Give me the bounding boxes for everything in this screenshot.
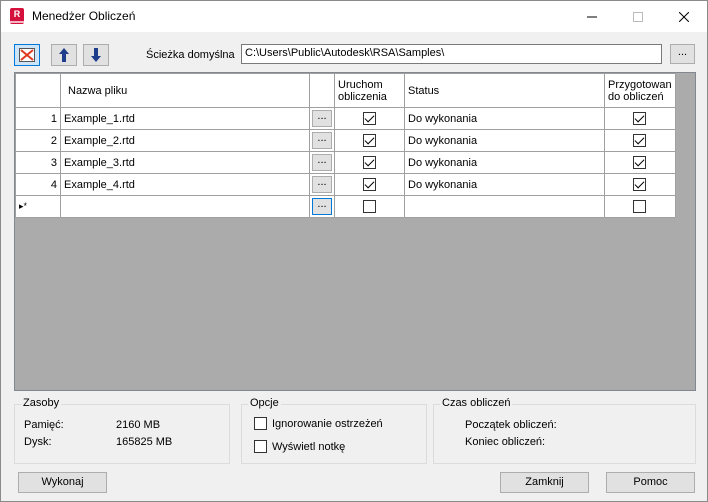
column-header-status[interactable]: Status: [404, 73, 605, 108]
ignore-warnings-option[interactable]: Ignorowanie ostrzeżeń: [254, 417, 383, 430]
table-row: 1 Example_1.rtd ... Do wykonania: [15, 107, 676, 130]
grid-header-row: Nazwa pliku Uruchom obliczenia Status Pr…: [15, 73, 676, 108]
file-name-cell[interactable]: Example_3.rtd: [60, 151, 310, 174]
prepared-checkbox[interactable]: [633, 112, 647, 125]
calc-time-title: Czas obliczeń: [440, 397, 513, 409]
disk-label: Dysk:: [24, 436, 52, 448]
row-number: 4: [15, 173, 61, 196]
help-button[interactable]: Pomoc: [606, 472, 695, 493]
minimize-button[interactable]: [569, 1, 615, 32]
row-number: 2: [15, 129, 61, 152]
run-checkbox[interactable]: [363, 112, 376, 125]
status-cell: Do wykonania: [404, 107, 605, 130]
resources-group: Zasoby Pamięć: 2160 MB Dysk: 165825 MB: [14, 397, 230, 464]
browse-file-button[interactable]: ...: [312, 110, 332, 127]
move-up-button[interactable]: [51, 44, 77, 66]
column-header-name[interactable]: Nazwa pliku: [60, 73, 310, 108]
window-title: Menedżer Obliczeń: [32, 9, 136, 23]
ignore-warnings-checkbox[interactable]: [254, 417, 267, 430]
browse-file-button-new[interactable]: ...: [312, 198, 332, 215]
calc-time-group: Czas obliczeń Początek obliczeń: Koniec …: [433, 397, 696, 464]
browse-file-button[interactable]: ...: [312, 132, 332, 149]
execute-button[interactable]: Wykonaj: [18, 472, 107, 493]
minimize-icon: [587, 16, 597, 17]
memory-label: Pamięć:: [24, 419, 64, 431]
column-header-run[interactable]: Uruchom obliczenia: [334, 73, 405, 108]
table-row: 3 Example_3.rtd ... Do wykonania: [15, 151, 676, 174]
move-down-button[interactable]: [83, 44, 109, 66]
default-path-input[interactable]: C:\Users\Public\Autodesk\RSA\Samples\: [241, 44, 662, 64]
show-note-checkbox[interactable]: [254, 440, 267, 453]
file-name-cell[interactable]: Example_1.rtd: [60, 107, 310, 130]
options-title: Opcje: [248, 397, 281, 409]
status-cell: Do wykonania: [404, 173, 605, 196]
robot-app-icon: R: [10, 8, 24, 24]
browse-file-button[interactable]: ...: [312, 154, 332, 171]
title-bar: R Menedżer Obliczeń: [1, 1, 707, 32]
column-header-prepared[interactable]: Przygotowan do obliczeń: [604, 73, 676, 108]
row-number-header: [15, 73, 61, 108]
close-window-button[interactable]: [661, 1, 707, 32]
disk-value: 165825 MB: [116, 436, 173, 448]
ignore-warnings-label: Ignorowanie ostrzeżeń: [272, 417, 383, 430]
run-checkbox-new[interactable]: [363, 200, 376, 213]
memory-value: 2160 MB: [116, 419, 161, 431]
row-number: 1: [15, 107, 61, 130]
calc-start-label: Początek obliczeń:: [465, 419, 557, 431]
browse-file-button[interactable]: ...: [312, 176, 332, 193]
column-header-browse: [309, 73, 335, 108]
status-cell-new: [404, 195, 605, 218]
new-row-marker: ▸*: [15, 195, 61, 218]
status-cell: Do wykonania: [404, 129, 605, 152]
prepared-checkbox[interactable]: [633, 178, 647, 191]
prepared-checkbox-new[interactable]: [633, 200, 647, 213]
prepared-checkbox[interactable]: [633, 134, 647, 147]
close-button[interactable]: Zamknij: [500, 472, 589, 493]
table-row: 4 Example_4.rtd ... Do wykonania: [15, 173, 676, 196]
maximize-icon: [633, 11, 643, 22]
arrow-down-icon: [91, 48, 101, 62]
show-note-label: Wyświetl notkę: [272, 440, 346, 453]
run-checkbox[interactable]: [363, 134, 376, 147]
status-cell: Do wykonania: [404, 151, 605, 174]
file-name-cell[interactable]: Example_4.rtd: [60, 173, 310, 196]
prepared-checkbox[interactable]: [633, 156, 647, 169]
default-path-label: Ścieżka domyślna: [146, 49, 235, 61]
row-number: 3: [15, 151, 61, 174]
resources-title: Zasoby: [21, 397, 62, 409]
delete-icon: [19, 48, 35, 62]
browse-path-button[interactable]: ...: [670, 44, 695, 64]
table-row: 2 Example_2.rtd ... Do wykonania: [15, 129, 676, 152]
delete-row-button[interactable]: [14, 44, 40, 66]
file-name-cell-new[interactable]: [60, 195, 310, 218]
new-row: ▸* ...: [15, 195, 676, 218]
run-checkbox[interactable]: [363, 178, 376, 191]
options-group: Opcje Ignorowanie ostrzeżeń Wyświetl not…: [241, 397, 427, 464]
file-name-cell[interactable]: Example_2.rtd: [60, 129, 310, 152]
calc-manager-window: R Menedżer Obliczeń Ścieżka domyślna C:\…: [0, 0, 708, 502]
show-note-option[interactable]: Wyświetl notkę: [254, 440, 345, 453]
files-table: Nazwa pliku Uruchom obliczenia Status Pr…: [15, 73, 676, 218]
maximize-button[interactable]: [615, 1, 661, 32]
calc-end-label: Koniec obliczeń:: [465, 436, 546, 448]
close-icon: [679, 11, 689, 22]
run-checkbox[interactable]: [363, 156, 376, 169]
files-grid: Nazwa pliku Uruchom obliczenia Status Pr…: [14, 72, 696, 391]
arrow-up-icon: [59, 48, 69, 62]
